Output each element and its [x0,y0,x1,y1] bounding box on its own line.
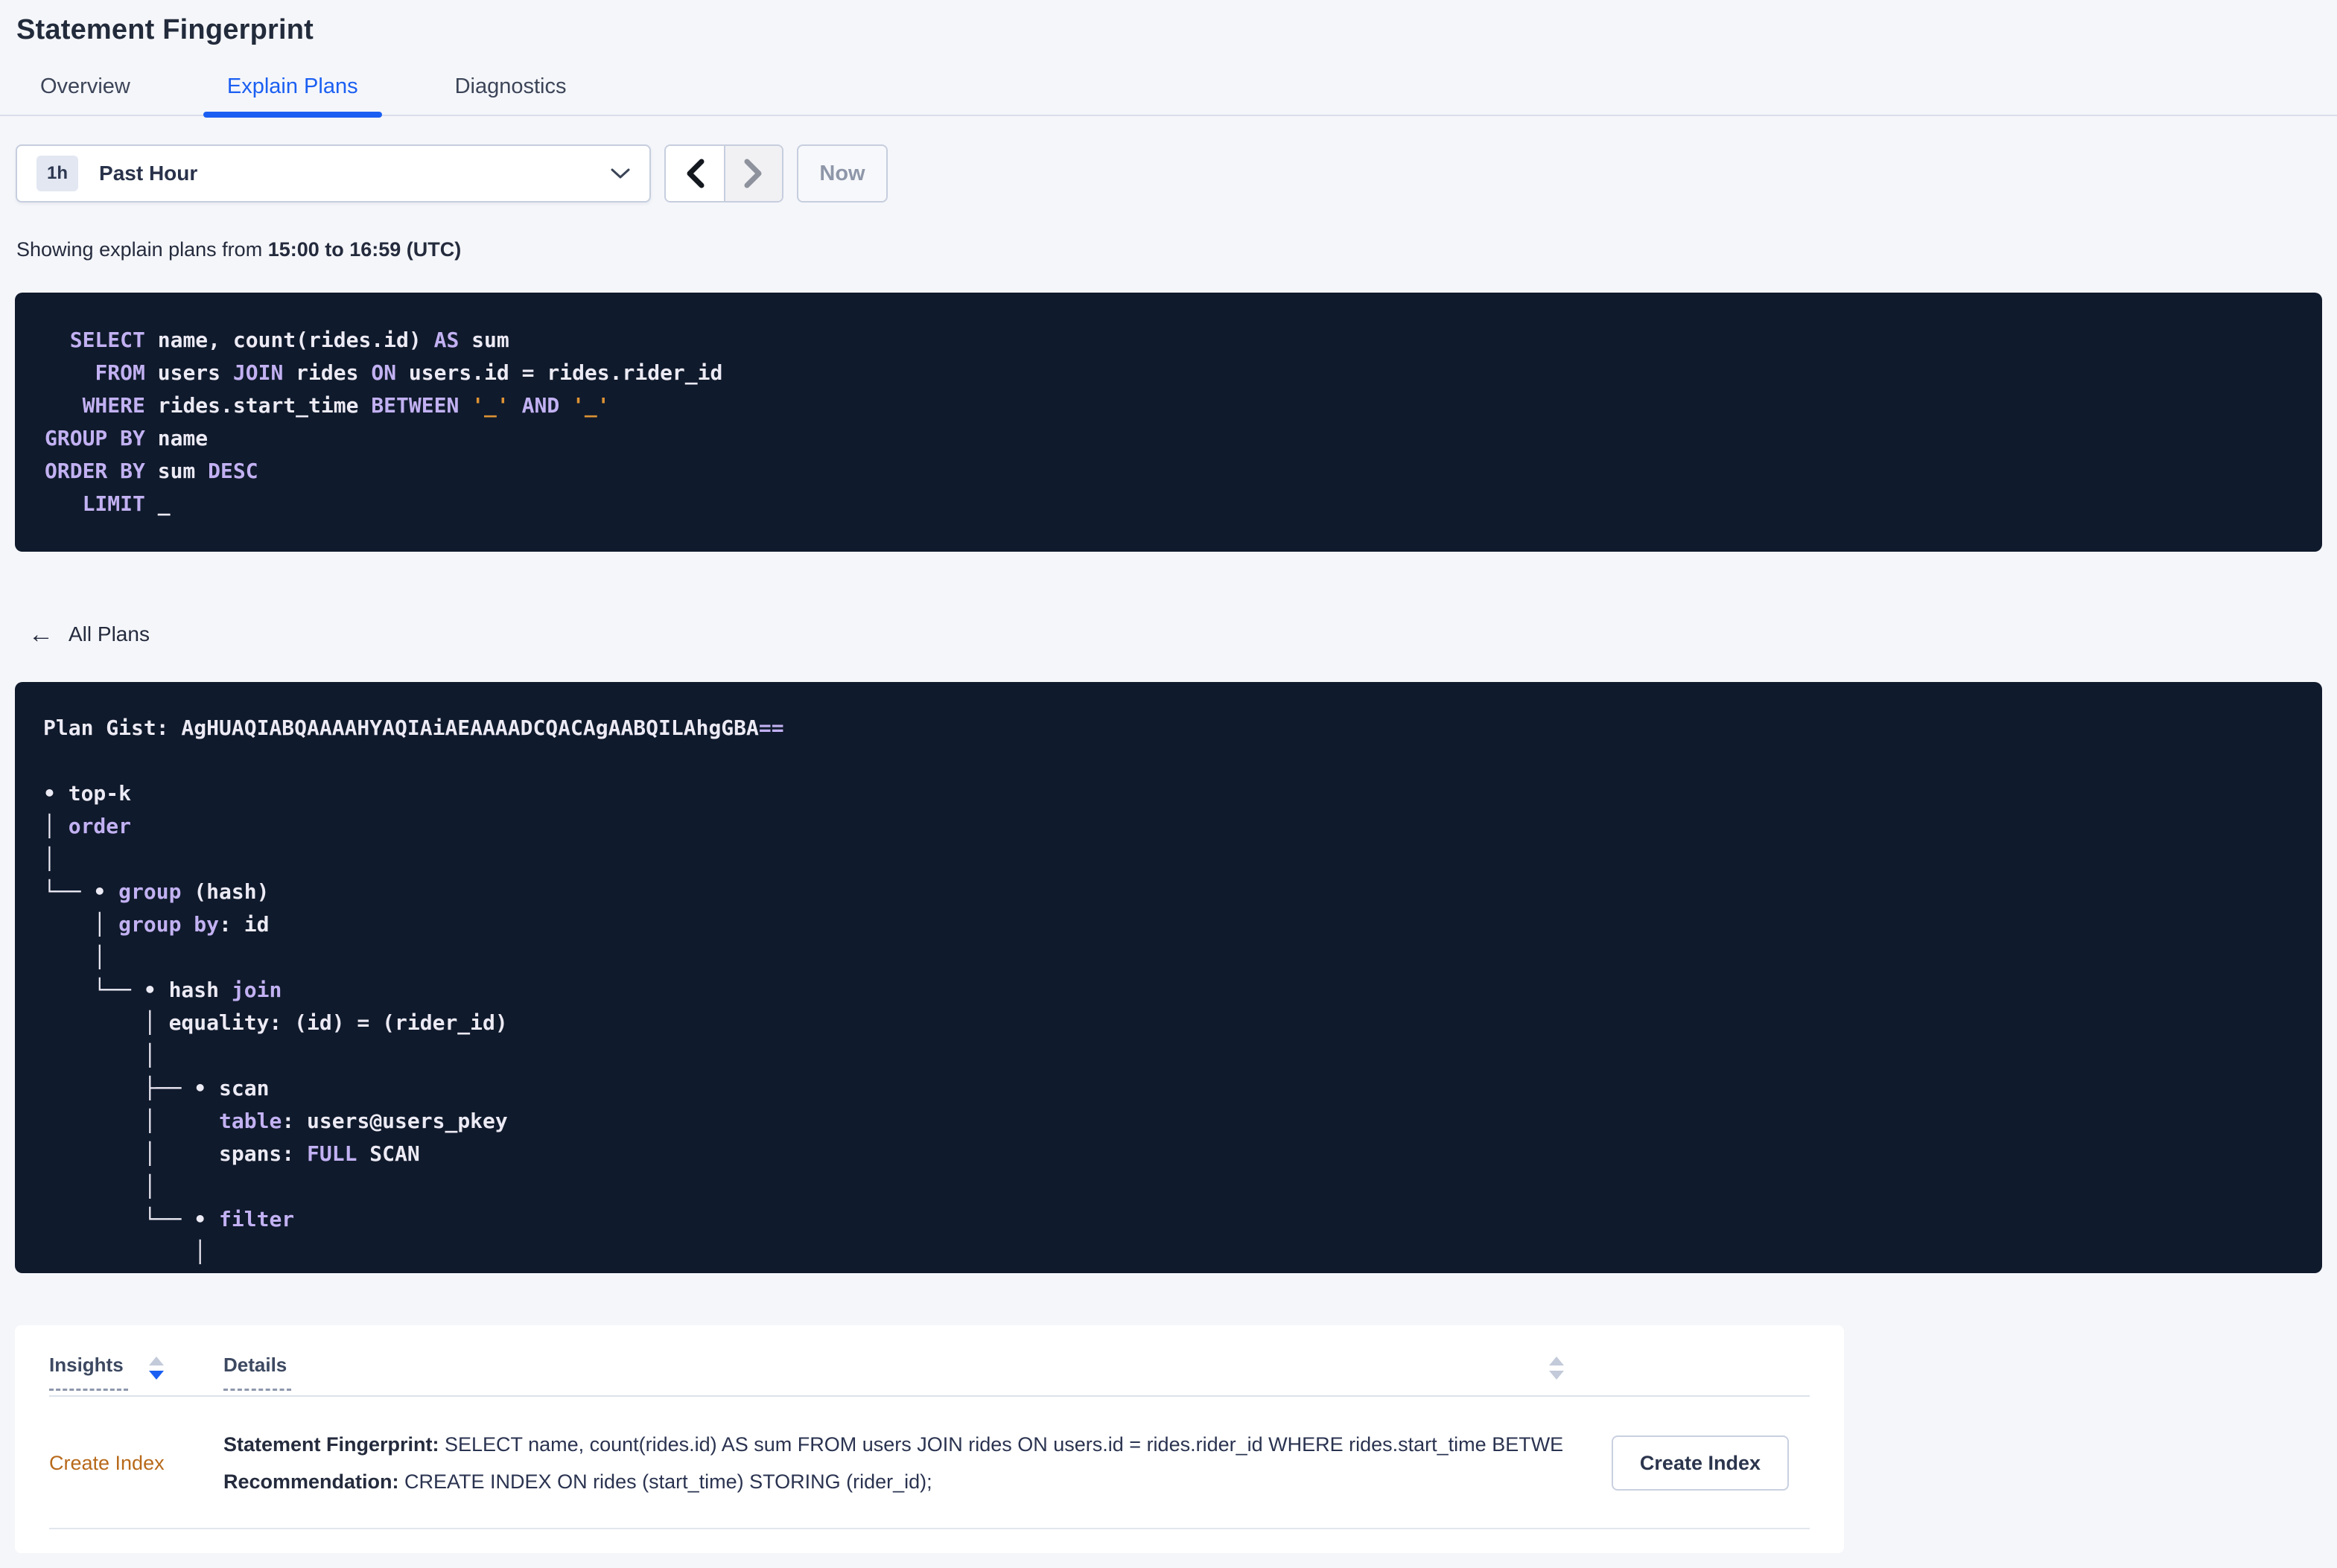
chevron-right-icon [744,159,762,188]
statement-fingerprint-value: SELECT name, count(rides.id) AS sum FROM… [439,1433,1564,1456]
now-button[interactable]: Now [797,144,888,203]
tab-overview[interactable]: Overview [16,58,154,115]
time-range-badge: 1h [36,156,79,191]
all-plans-back-link[interactable]: ← All Plans [28,620,150,648]
time-range-label: Past Hour [99,162,198,185]
table-row: Create Index Statement Fingerprint: SELE… [49,1398,1810,1529]
create-index-button[interactable]: Create Index [1611,1435,1789,1491]
statement-sql-box: SELECT name, count(rides.id) AS sum FROM… [15,293,2322,552]
statement-fingerprint-label: Statement Fingerprint: [223,1433,439,1456]
insight-details-cell: Statement Fingerprint: SELECT name, coun… [223,1426,1564,1500]
time-step-buttons [664,144,783,203]
action-cell: Create Index [1564,1435,1810,1491]
showing-plans-range-text: Showing explain plans from 15:00 to 16:5… [16,238,461,261]
insights-table-header: Insights Details [49,1325,1810,1397]
tab-explain-plans[interactable]: Explain Plans [203,58,382,118]
tab-diagnostics[interactable]: Diagnostics [431,58,591,115]
time-range-selector[interactable]: 1h Past Hour [16,144,651,203]
insights-sort-icon[interactable] [148,1357,164,1380]
all-plans-label: All Plans [69,622,150,646]
page-title: Statement Fingerprint [16,14,314,46]
create-index-link[interactable]: Create Index [49,1452,223,1475]
plan-gist-box: Plan Gist: AgHUAQIABQAAAAHYAQIAiAEAAAADC… [15,682,2322,1273]
left-arrow-icon: ← [28,620,54,648]
insights-column-header: Insights [49,1354,223,1391]
sort-asc-arrow [1549,1357,1564,1365]
previous-interval-button[interactable] [666,146,724,201]
insights-header-label[interactable]: Insights [49,1354,128,1391]
recommendation-line: Recommendation: CREATE INDEX ON rides (s… [223,1463,1564,1500]
time-controls: 1h Past Hour Now [16,144,888,203]
sort-desc-arrow [1549,1371,1564,1380]
plan-gist-code: Plan Gist: AgHUAQIABQAAAAHYAQIAiAEAAAADC… [43,716,784,1264]
recommendation-value: CREATE INDEX ON rides (start_time) STORI… [398,1470,932,1493]
range-text-value: 15:00 to 16:59 (UTC) [267,238,462,261]
details-column-header: Details [223,1354,1564,1391]
sort-asc-arrow [148,1357,164,1365]
chevron-down-icon [611,168,630,179]
range-text-prefix: Showing explain plans from [16,238,268,261]
chevron-left-icon [687,159,705,188]
details-header-label[interactable]: Details [223,1354,292,1391]
insights-table-card: Insights Details Create Index Statement … [15,1325,1844,1553]
statement-sql-code: SELECT name, count(rides.id) AS sum FROM… [45,328,723,516]
sort-desc-arrow [148,1371,164,1380]
details-sort-icon[interactable] [1549,1357,1564,1380]
recommendation-label: Recommendation: [223,1470,399,1493]
statement-fingerprint-line: Statement Fingerprint: SELECT name, coun… [223,1426,1564,1463]
next-interval-button[interactable] [724,146,782,201]
tab-bar: Overview Explain Plans Diagnostics [0,58,2337,118]
